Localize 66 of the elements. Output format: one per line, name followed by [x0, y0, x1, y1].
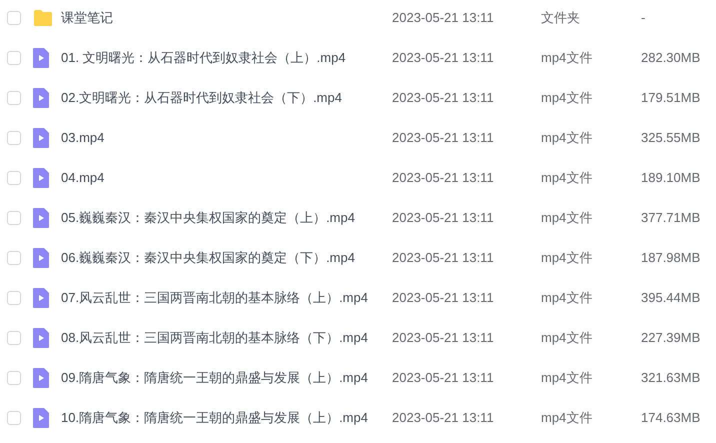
- file-size: 179.51MB: [641, 89, 700, 108]
- modified-date: 2023-05-21 13:11: [392, 329, 495, 348]
- checkbox[interactable]: [7, 131, 21, 145]
- checkbox[interactable]: [7, 331, 21, 345]
- checkbox[interactable]: [7, 411, 21, 425]
- file-name[interactable]: 02.文明曙光：从石器时代到奴隶社会（下）.mp4: [61, 88, 392, 108]
- file-name[interactable]: 04.mp4: [61, 168, 392, 188]
- file-size: -: [641, 9, 646, 28]
- modified-date: 2023-05-21 13:11: [392, 209, 495, 228]
- file-size: 321.63MB: [641, 369, 700, 388]
- video-file-icon: [33, 288, 49, 308]
- video-file-icon: [33, 368, 49, 388]
- checkbox[interactable]: [7, 371, 21, 385]
- checkbox[interactable]: [7, 171, 21, 185]
- video-file-icon: [33, 128, 49, 148]
- file-name[interactable]: 09.隋唐气象：隋唐统一王朝的鼎盛与发展（上）.mp4: [61, 368, 392, 388]
- file-type: mp4文件: [541, 129, 594, 148]
- file-type: mp4文件: [541, 89, 594, 108]
- checkbox[interactable]: [7, 211, 21, 225]
- modified-date: 2023-05-21 13:11: [392, 289, 495, 308]
- file-name[interactable]: 01. 文明曙光：从石器时代到奴隶社会（上）.mp4: [61, 48, 392, 68]
- modified-date: 2023-05-21 13:11: [392, 249, 495, 268]
- file-size: 174.63MB: [641, 409, 700, 428]
- modified-date: 2023-05-21 13:11: [392, 169, 495, 188]
- file-size: 227.39MB: [641, 329, 700, 348]
- file-size: 395.44MB: [641, 289, 700, 308]
- file-name[interactable]: 10.隋唐气象：隋唐统一王朝的鼎盛与发展（上）.mp4: [61, 408, 392, 428]
- checkbox[interactable]: [7, 291, 21, 305]
- modified-date: 2023-05-21 13:11: [392, 49, 495, 68]
- video-file-icon: [33, 48, 49, 68]
- file-type: mp4文件: [541, 329, 594, 348]
- checkbox[interactable]: [7, 11, 21, 25]
- file-size: 325.55MB: [641, 129, 700, 148]
- file-name[interactable]: 课堂笔记: [61, 8, 392, 28]
- file-name[interactable]: 08.风云乱世：三国两晋南北朝的基本脉络（下）.mp4: [61, 328, 392, 348]
- file-name[interactable]: 07.风云乱世：三国两晋南北朝的基本脉络（上）.mp4: [61, 288, 392, 308]
- checkbox[interactable]: [7, 91, 21, 105]
- video-file-icon: [33, 408, 49, 428]
- file-name[interactable]: 06.巍巍秦汉：秦汉中央集权国家的奠定（下）.mp4: [61, 248, 392, 268]
- file-type: mp4文件: [541, 369, 594, 388]
- file-name[interactable]: 03.mp4: [61, 128, 392, 148]
- modified-date: 2023-05-21 13:11: [392, 89, 495, 108]
- file-type: mp4文件: [541, 209, 594, 228]
- checkbox[interactable]: [7, 251, 21, 265]
- checkbox[interactable]: [7, 51, 21, 65]
- video-file-icon: [33, 168, 49, 188]
- file-size: 189.10MB: [641, 169, 700, 188]
- file-size: 187.98MB: [641, 249, 700, 268]
- file-size: 377.71MB: [641, 209, 700, 228]
- modified-date: 2023-05-21 13:11: [392, 129, 495, 148]
- file-type: mp4文件: [541, 49, 594, 68]
- modified-date: 2023-05-21 13:11: [392, 409, 495, 428]
- file-type: mp4文件: [541, 409, 594, 428]
- file-type: mp4文件: [541, 289, 594, 308]
- file-type: mp4文件: [541, 249, 594, 268]
- video-file-icon: [33, 208, 49, 228]
- modified-date: 2023-05-21 13:11: [392, 9, 495, 28]
- file-name[interactable]: 05.巍巍秦汉：秦汉中央集权国家的奠定（上）.mp4: [61, 208, 392, 228]
- video-file-icon: [33, 248, 49, 268]
- file-type: mp4文件: [541, 169, 594, 188]
- video-file-icon: [33, 88, 49, 108]
- modified-date: 2023-05-21 13:11: [392, 369, 495, 388]
- folder-icon: [33, 10, 53, 26]
- video-file-icon: [33, 328, 49, 348]
- file-size: 282.30MB: [641, 49, 700, 68]
- file-type: 文件夹: [541, 9, 581, 28]
